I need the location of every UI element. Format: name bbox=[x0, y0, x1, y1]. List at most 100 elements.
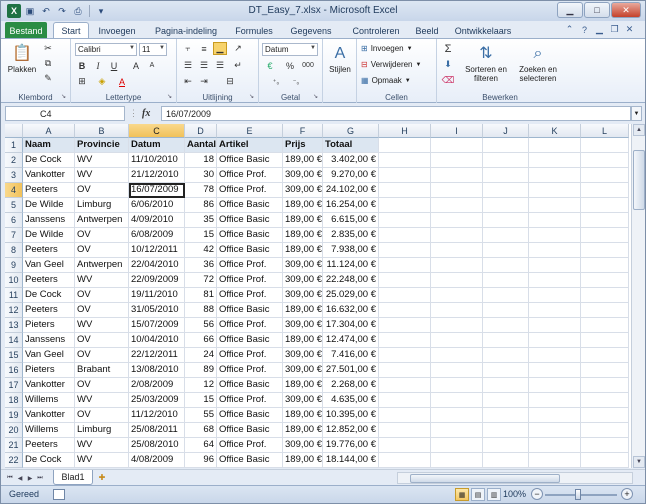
cell-e18[interactable]: Office Prof. bbox=[217, 393, 283, 408]
cell-f4[interactable]: 309,00 € bbox=[283, 183, 323, 198]
cell-a6[interactable]: Janssens bbox=[23, 213, 75, 228]
cell-a19[interactable]: Vankotter bbox=[23, 408, 75, 423]
cell-i9[interactable] bbox=[431, 258, 483, 273]
cell-c10[interactable]: 22/09/2009 bbox=[129, 273, 185, 288]
cell-c16[interactable]: 13/08/2010 bbox=[129, 363, 185, 378]
cell-i4[interactable] bbox=[431, 183, 483, 198]
cell-b9[interactable]: Antwerpen bbox=[75, 258, 129, 273]
cell-f19[interactable]: 189,00 € bbox=[283, 408, 323, 423]
cut-icon[interactable]: ✂ bbox=[41, 42, 55, 55]
cell-f18[interactable]: 309,00 € bbox=[283, 393, 323, 408]
cell-c5[interactable]: 6/06/2010 bbox=[129, 198, 185, 213]
cell-i15[interactable] bbox=[431, 348, 483, 363]
cell-e5[interactable]: Office Basic bbox=[217, 198, 283, 213]
zoom-slider-knob[interactable] bbox=[575, 489, 581, 500]
cell-k12[interactable] bbox=[529, 303, 581, 318]
row-header-7[interactable]: 7 bbox=[5, 228, 23, 243]
row-header-16[interactable]: 16 bbox=[5, 363, 23, 378]
cell-f22[interactable]: 189,00 € bbox=[283, 453, 323, 468]
cell-d19[interactable]: 55 bbox=[185, 408, 217, 423]
cell-l21[interactable] bbox=[581, 438, 629, 453]
cell-h19[interactable] bbox=[379, 408, 431, 423]
close-button[interactable]: ✕ bbox=[611, 2, 641, 18]
wrap-text-icon[interactable]: ↵ bbox=[231, 59, 245, 72]
maximize-button[interactable]: □ bbox=[584, 2, 610, 18]
cell-h4[interactable] bbox=[379, 183, 431, 198]
cell-l16[interactable] bbox=[581, 363, 629, 378]
row-header-14[interactable]: 14 bbox=[5, 333, 23, 348]
cell-g21[interactable]: 19.776,00 € bbox=[323, 438, 379, 453]
cell-e19[interactable]: Office Basic bbox=[217, 408, 283, 423]
cell-h15[interactable] bbox=[379, 348, 431, 363]
cell-k7[interactable] bbox=[529, 228, 581, 243]
cell-b18[interactable]: WV bbox=[75, 393, 129, 408]
cell-d14[interactable]: 66 bbox=[185, 333, 217, 348]
tab-pagina-indeling[interactable]: Pagina-indeling bbox=[147, 22, 225, 39]
cell-e14[interactable]: Office Basic bbox=[217, 333, 283, 348]
cell-a21[interactable]: Peeters bbox=[23, 438, 75, 453]
cell-i18[interactable] bbox=[431, 393, 483, 408]
zoom-in-icon[interactable]: + bbox=[621, 488, 633, 500]
cell-k22[interactable] bbox=[529, 453, 581, 468]
cell-k17[interactable] bbox=[529, 378, 581, 393]
cell-i20[interactable] bbox=[431, 423, 483, 438]
cell-l19[interactable] bbox=[581, 408, 629, 423]
column-header-g[interactable]: G bbox=[323, 124, 379, 138]
cell-c9[interactable]: 22/04/2010 bbox=[129, 258, 185, 273]
cell-d13[interactable]: 56 bbox=[185, 318, 217, 333]
cell-c12[interactable]: 31/05/2010 bbox=[129, 303, 185, 318]
cell-l3[interactable] bbox=[581, 168, 629, 183]
tab-ontwikkelaars[interactable]: Ontwikkelaars bbox=[447, 22, 519, 39]
format-painter-icon[interactable]: ✎ bbox=[41, 72, 55, 85]
row-header-15[interactable]: 15 bbox=[5, 348, 23, 363]
cell-b2[interactable]: WV bbox=[75, 153, 129, 168]
cell-j21[interactable] bbox=[483, 438, 529, 453]
decrease-decimal-icon[interactable]: ⁻₀ bbox=[289, 75, 303, 88]
insert-sheet-icon[interactable]: ✚ bbox=[95, 472, 109, 483]
cell-f21[interactable]: 309,00 € bbox=[283, 438, 323, 453]
cell-j10[interactable] bbox=[483, 273, 529, 288]
cell-e16[interactable]: Office Prof. bbox=[217, 363, 283, 378]
cell-h18[interactable] bbox=[379, 393, 431, 408]
cell-f20[interactable]: 189,00 € bbox=[283, 423, 323, 438]
cell-i21[interactable] bbox=[431, 438, 483, 453]
sheet-tab-blad1[interactable]: Blad1 bbox=[53, 470, 93, 485]
cell-f17[interactable]: 189,00 € bbox=[283, 378, 323, 393]
column-header-c[interactable]: C bbox=[129, 124, 185, 138]
cell-a22[interactable]: De Cock bbox=[23, 453, 75, 468]
cell-c2[interactable]: 11/10/2010 bbox=[129, 153, 185, 168]
cell-d20[interactable]: 68 bbox=[185, 423, 217, 438]
cell-a13[interactable]: Pieters bbox=[23, 318, 75, 333]
cell-i13[interactable] bbox=[431, 318, 483, 333]
cell-g9[interactable]: 11.124,00 € bbox=[323, 258, 379, 273]
cell-e7[interactable]: Office Basic bbox=[217, 228, 283, 243]
cell-d21[interactable]: 64 bbox=[185, 438, 217, 453]
cell-k15[interactable] bbox=[529, 348, 581, 363]
cell-k16[interactable] bbox=[529, 363, 581, 378]
cell-g19[interactable]: 10.395,00 € bbox=[323, 408, 379, 423]
cell-g7[interactable]: 2.835,00 € bbox=[323, 228, 379, 243]
align-left-icon[interactable]: ☰ bbox=[181, 59, 195, 72]
cell-f8[interactable]: 189,00 € bbox=[283, 243, 323, 258]
cell-f3[interactable]: 309,00 € bbox=[283, 168, 323, 183]
table-header-cell[interactable]: Aantal bbox=[185, 138, 217, 153]
cell-k4[interactable] bbox=[529, 183, 581, 198]
cell-i3[interactable] bbox=[431, 168, 483, 183]
cell-l14[interactable] bbox=[581, 333, 629, 348]
column-header-l[interactable]: L bbox=[581, 124, 629, 138]
format-cells-button[interactable]: ▦ Opmaak ▼ bbox=[361, 74, 411, 87]
cell-k14[interactable] bbox=[529, 333, 581, 348]
cell-f13[interactable]: 309,00 € bbox=[283, 318, 323, 333]
tab-bestand[interactable]: Bestand bbox=[5, 22, 47, 39]
cell-l7[interactable] bbox=[581, 228, 629, 243]
increase-decimal-icon[interactable]: ⁺₀ bbox=[269, 75, 283, 88]
column-header-d[interactable]: D bbox=[185, 124, 217, 138]
cell-h1[interactable] bbox=[379, 138, 431, 153]
table-header-cell[interactable]: Prijs bbox=[283, 138, 323, 153]
cell-a15[interactable]: Van Geel bbox=[23, 348, 75, 363]
cell-i1[interactable] bbox=[431, 138, 483, 153]
vertical-scrollbar[interactable]: ▲ ▼ bbox=[631, 124, 645, 468]
cell-d8[interactable]: 42 bbox=[185, 243, 217, 258]
cell-l9[interactable] bbox=[581, 258, 629, 273]
delete-cells-button[interactable]: ⊟ Verwijderen ▼ bbox=[361, 58, 421, 71]
